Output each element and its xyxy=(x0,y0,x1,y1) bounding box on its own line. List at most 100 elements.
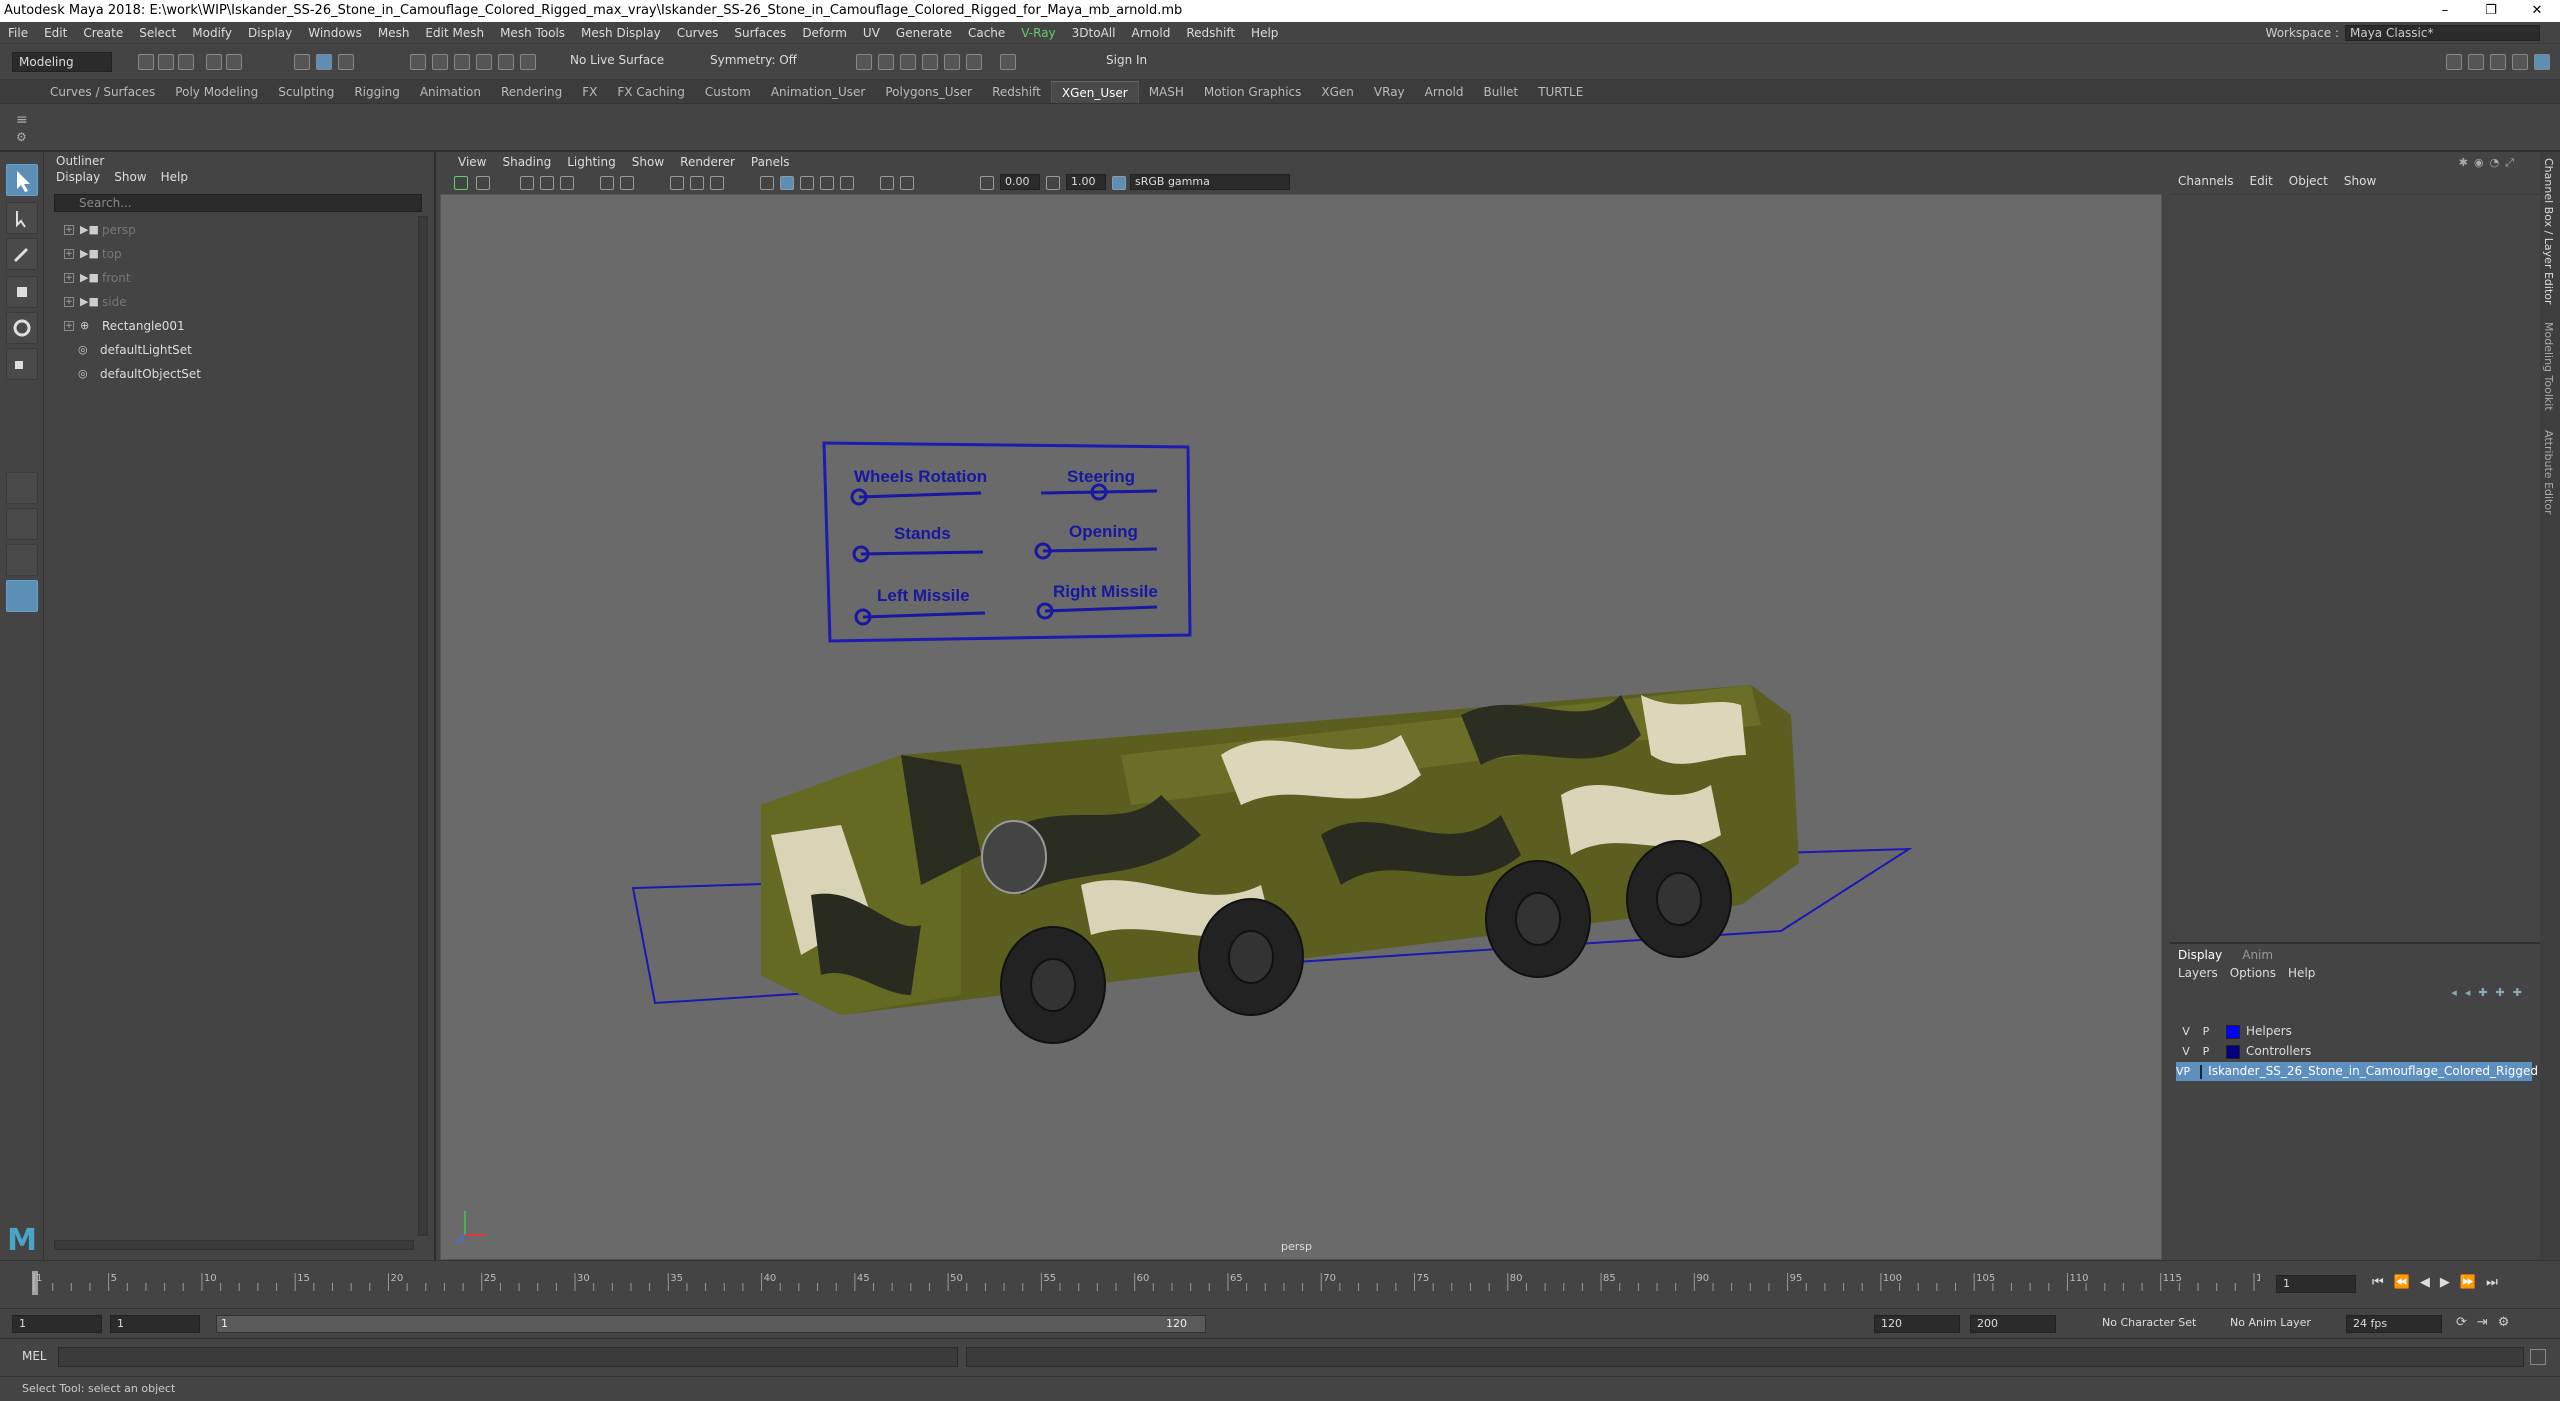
tab-anim[interactable]: Anim xyxy=(2242,948,2273,962)
shelf-tab-redshift[interactable]: Redshift xyxy=(982,81,1051,103)
layer-visibility-toggle[interactable]: V xyxy=(2176,1042,2196,1061)
shelf-tab-curves-surfaces[interactable]: Curves / Surfaces xyxy=(40,81,165,103)
redo-icon[interactable] xyxy=(226,54,242,70)
snap-edge-icon[interactable] xyxy=(520,54,536,70)
outliner-item[interactable]: + ▶■ persp xyxy=(64,220,136,240)
layer-playback-toggle[interactable]: P xyxy=(2196,1042,2216,1061)
menu-help[interactable]: Help xyxy=(1243,26,1286,40)
outliner-search-input[interactable]: Search... xyxy=(54,194,422,212)
layer-menu-options[interactable]: Options xyxy=(2230,966,2276,980)
outliner-menu-help[interactable]: Help xyxy=(161,170,188,184)
menu-cache[interactable]: Cache xyxy=(960,26,1013,40)
layer-color-swatch[interactable] xyxy=(2200,1064,2203,1079)
shelf-menu-icon[interactable]: ≡ xyxy=(16,112,28,128)
textured-icon[interactable] xyxy=(800,176,814,190)
outliner-item[interactable]: + ▶■ side xyxy=(64,292,127,312)
shelf-tab-fx[interactable]: FX xyxy=(572,81,607,103)
viewport-menu-shading[interactable]: Shading xyxy=(494,155,559,169)
menu-uv[interactable]: UV xyxy=(855,26,888,40)
shelf-tab-animation-user[interactable]: Animation_User xyxy=(761,81,876,103)
shelf-tab-vray[interactable]: VRay xyxy=(1364,81,1415,103)
range-extra-icons[interactable]: ⟳⇥⚙ xyxy=(2456,1315,2519,1330)
shelf-tab-fx-caching[interactable]: FX Caching xyxy=(607,81,694,103)
attribute-editor-icon[interactable] xyxy=(2534,54,2550,70)
minimize-button[interactable]: – xyxy=(2422,0,2468,22)
channel-box-header-icons[interactable]: ✱◉◔⤢ xyxy=(2459,156,2520,170)
menu-deform[interactable]: Deform xyxy=(794,26,855,40)
select-object-icon[interactable] xyxy=(316,54,332,70)
layer-row[interactable]: V P Iskander_SS_26_Stone_in_Camouflage_Col… xyxy=(2176,1062,2538,1081)
layer-row[interactable]: V P Helpers xyxy=(2176,1022,2532,1041)
grease-pencil-icon[interactable] xyxy=(600,176,614,190)
menu-surfaces[interactable]: Surfaces xyxy=(726,26,794,40)
layer-row[interactable]: V P Controllers xyxy=(2176,1042,2532,1061)
time-slider[interactable]: 1 5 10 15 20 25 30 35 40 45 50 55 60 65 70 75 80 85 90 95 10… xyxy=(0,1260,2560,1308)
shelf-tab-arnold[interactable]: Arnold xyxy=(1415,81,1474,103)
workspace-dropdown[interactable]: Maya Classic* xyxy=(2345,25,2540,41)
open-scene-icon[interactable] xyxy=(158,54,174,70)
resolution-gate-icon[interactable] xyxy=(690,176,704,190)
current-frame-field[interactable]: 1 xyxy=(2276,1275,2356,1293)
outliner-layout-icon[interactable] xyxy=(6,580,38,612)
camera-select-icon[interactable] xyxy=(454,176,468,190)
menu-mesh-display[interactable]: Mesh Display xyxy=(573,26,669,40)
layer-playback-toggle[interactable]: P xyxy=(2184,1062,2191,1081)
color-management-icon[interactable] xyxy=(1112,176,1126,190)
menu-edit-mesh[interactable]: Edit Mesh xyxy=(417,26,492,40)
maximize-button[interactable]: ❐ xyxy=(2468,0,2514,22)
film-gate-icon[interactable] xyxy=(670,176,684,190)
sign-in-button[interactable]: Sign In xyxy=(1090,53,1147,67)
live-surface-label[interactable]: No Live Surface xyxy=(570,53,664,67)
save-scene-icon[interactable] xyxy=(178,54,194,70)
viewport-menu-lighting[interactable]: Lighting xyxy=(559,155,624,169)
rig-control-panel[interactable]: Wheels Rotation Steering Stands Opening … xyxy=(822,441,1192,643)
select-hierarchy-icon[interactable] xyxy=(294,54,310,70)
xray-icon[interactable] xyxy=(900,176,914,190)
grid-icon[interactable] xyxy=(620,176,634,190)
undo-icon[interactable] xyxy=(206,54,222,70)
shelf-tab-xgen-user[interactable]: XGen_User xyxy=(1050,81,1139,103)
menu-windows[interactable]: Windows xyxy=(300,26,370,40)
outliner-item[interactable]: + ⊕ Rectangle001 xyxy=(64,316,185,336)
menu-curves[interactable]: Curves xyxy=(669,26,727,40)
snap-point-icon[interactable] xyxy=(454,54,470,70)
menu-arnold[interactable]: Arnold xyxy=(1123,26,1178,40)
rotate-tool-icon[interactable] xyxy=(6,312,38,344)
layer-menu-help[interactable]: Help xyxy=(2288,966,2315,980)
outliner-item[interactable]: ◎ defaultLightSet xyxy=(78,340,192,360)
camera-attributes-icon[interactable] xyxy=(476,176,490,190)
outliner-item[interactable]: + ▶■ front xyxy=(64,268,131,288)
shelf-tab-custom[interactable]: Custom xyxy=(695,81,761,103)
shelf-tab-rendering[interactable]: Rendering xyxy=(491,81,572,103)
tab-display[interactable]: Display xyxy=(2178,948,2222,962)
viewport-menu-renderer[interactable]: Renderer xyxy=(672,155,743,169)
render-settings-icon[interactable] xyxy=(922,54,938,70)
outliner-horizontal-scrollbar[interactable] xyxy=(54,1240,414,1250)
exposure-field[interactable]: 0.00 xyxy=(1000,174,1040,190)
toggle-panels-icon[interactable] xyxy=(2468,54,2484,70)
2d-pan-zoom-icon[interactable] xyxy=(560,176,574,190)
render-history-icon[interactable] xyxy=(856,54,872,70)
smooth-shade-icon[interactable] xyxy=(780,176,794,190)
menu-edit[interactable]: Edit xyxy=(36,26,75,40)
shelf-tab-xgen[interactable]: XGen xyxy=(1311,81,1364,103)
scale-tool-icon[interactable] xyxy=(6,348,38,380)
four-view-icon[interactable] xyxy=(6,508,38,540)
menu-file[interactable]: File xyxy=(0,26,36,40)
shelf-tab-turtle[interactable]: TURTLE xyxy=(1528,81,1593,103)
outliner-item[interactable]: ◎ defaultObjectSet xyxy=(78,364,201,384)
ipr-render-icon[interactable] xyxy=(900,54,916,70)
expand-icon[interactable]: + xyxy=(64,321,74,331)
outliner-menu-display[interactable]: Display xyxy=(56,170,100,184)
menu-redshift[interactable]: Redshift xyxy=(1178,26,1243,40)
range-slider[interactable]: 1 120 xyxy=(216,1315,1206,1333)
expand-icon[interactable]: + xyxy=(64,225,74,235)
bookmarks-icon[interactable] xyxy=(520,176,534,190)
3d-viewport[interactable]: Wheels Rotation Steering Stands Opening … xyxy=(440,194,2162,1260)
menu-3dtoall[interactable]: 3DtoAll xyxy=(1064,26,1124,40)
move-tool-icon[interactable] xyxy=(6,276,38,308)
close-button[interactable]: ✕ xyxy=(2514,0,2560,22)
snap-curve-icon[interactable] xyxy=(432,54,448,70)
layer-playback-toggle[interactable]: P xyxy=(2196,1022,2216,1041)
exposure-icon[interactable] xyxy=(980,176,994,190)
